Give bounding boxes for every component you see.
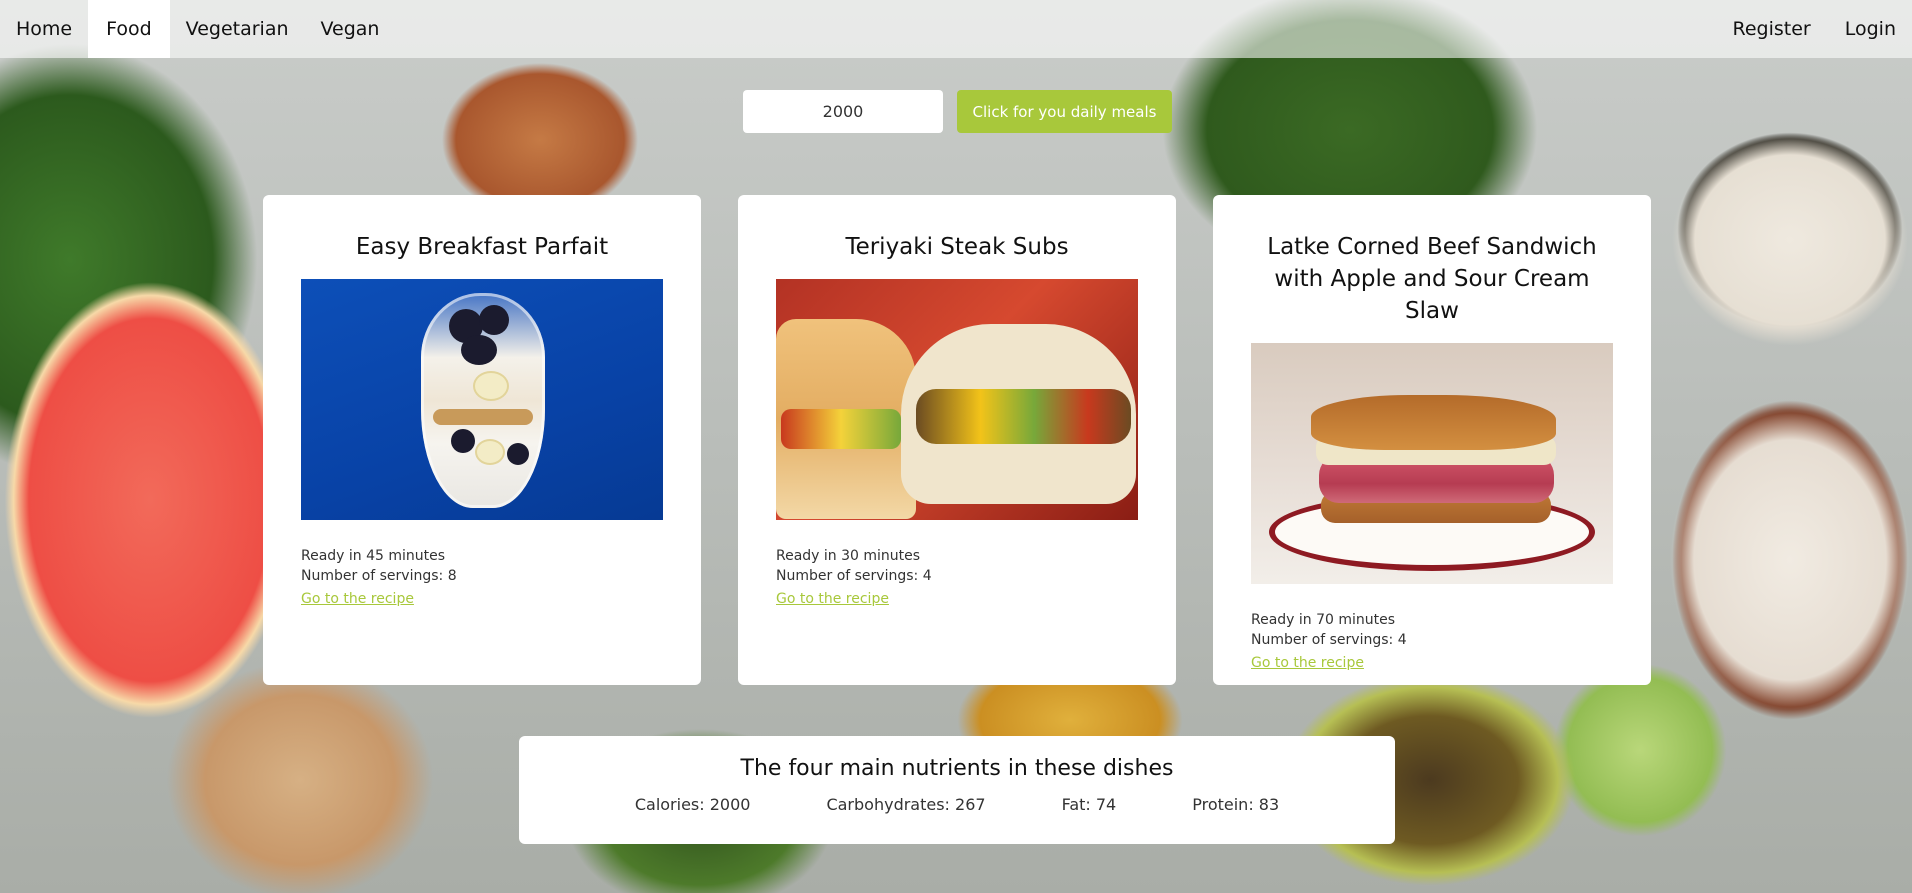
daily-meals-button[interactable]: Click for you daily meals — [957, 90, 1172, 133]
top-nav: Home Food Vegetarian Vegan Register Logi… — [0, 0, 1912, 58]
nutrients-panel: The four main nutrients in these dishes … — [519, 736, 1395, 844]
recipe-ready-time: Ready in 70 minutes — [1251, 612, 1396, 628]
nutrient-fat: Fat: 74 — [1061, 795, 1117, 814]
recipe-link[interactable]: Go to the recipe — [776, 591, 889, 607]
nutrients-row: Calories: 2000 Carbohydrates: 267 Fat: 7… — [519, 795, 1395, 814]
recipe-image-latke — [1251, 343, 1613, 584]
recipe-title: Teriyaki Steak Subs — [845, 234, 1069, 260]
recipe-ready-time: Ready in 30 minutes — [776, 548, 921, 564]
calories-input[interactable] — [743, 90, 943, 133]
recipe-servings: Number of servings: 4 — [1251, 632, 1407, 648]
recipe-title: Easy Breakfast Parfait — [355, 234, 609, 260]
recipe-servings: Number of servings: 8 — [301, 568, 457, 584]
nutrient-protein: Protein: 83 — [1192, 795, 1280, 814]
register-link[interactable]: Register — [1715, 0, 1827, 58]
nav-left: Home Food Vegetarian Vegan — [0, 0, 395, 58]
nutrient-calories: Calories: 2000 — [634, 795, 751, 814]
recipe-card: Latke Corned Beef Sandwich with Apple an… — [1213, 195, 1651, 685]
recipe-card: Teriyaki Steak Subs Ready in 30 minutes … — [738, 195, 1176, 685]
nav-item-vegan[interactable]: Vegan — [305, 0, 396, 58]
recipe-link[interactable]: Go to the recipe — [1251, 655, 1364, 671]
nav-right: Register Login — [1715, 0, 1912, 58]
recipe-card: Easy Breakfast Parfait Ready in 45 minut… — [263, 195, 701, 685]
nav-item-home[interactable]: Home — [0, 0, 88, 58]
login-link[interactable]: Login — [1827, 0, 1912, 58]
recipe-cards: Easy Breakfast Parfait Ready in 45 minut… — [263, 195, 1651, 685]
recipe-link[interactable]: Go to the recipe — [301, 591, 414, 607]
recipe-servings: Number of servings: 4 — [776, 568, 932, 584]
recipe-ready-time: Ready in 45 minutes — [301, 548, 446, 564]
nutrient-carbohydrates: Carbohydrates: 267 — [826, 795, 986, 814]
meal-controls: Click for you daily meals — [743, 90, 1172, 133]
recipe-image-subs — [776, 279, 1138, 520]
nav-item-vegetarian[interactable]: Vegetarian — [170, 0, 305, 58]
nav-item-food[interactable]: Food — [88, 0, 170, 58]
recipe-image-parfait — [301, 279, 663, 520]
nutrients-title: The four main nutrients in these dishes — [740, 756, 1174, 781]
recipe-title: Latke Corned Beef Sandwich with Apple an… — [1267, 234, 1597, 324]
